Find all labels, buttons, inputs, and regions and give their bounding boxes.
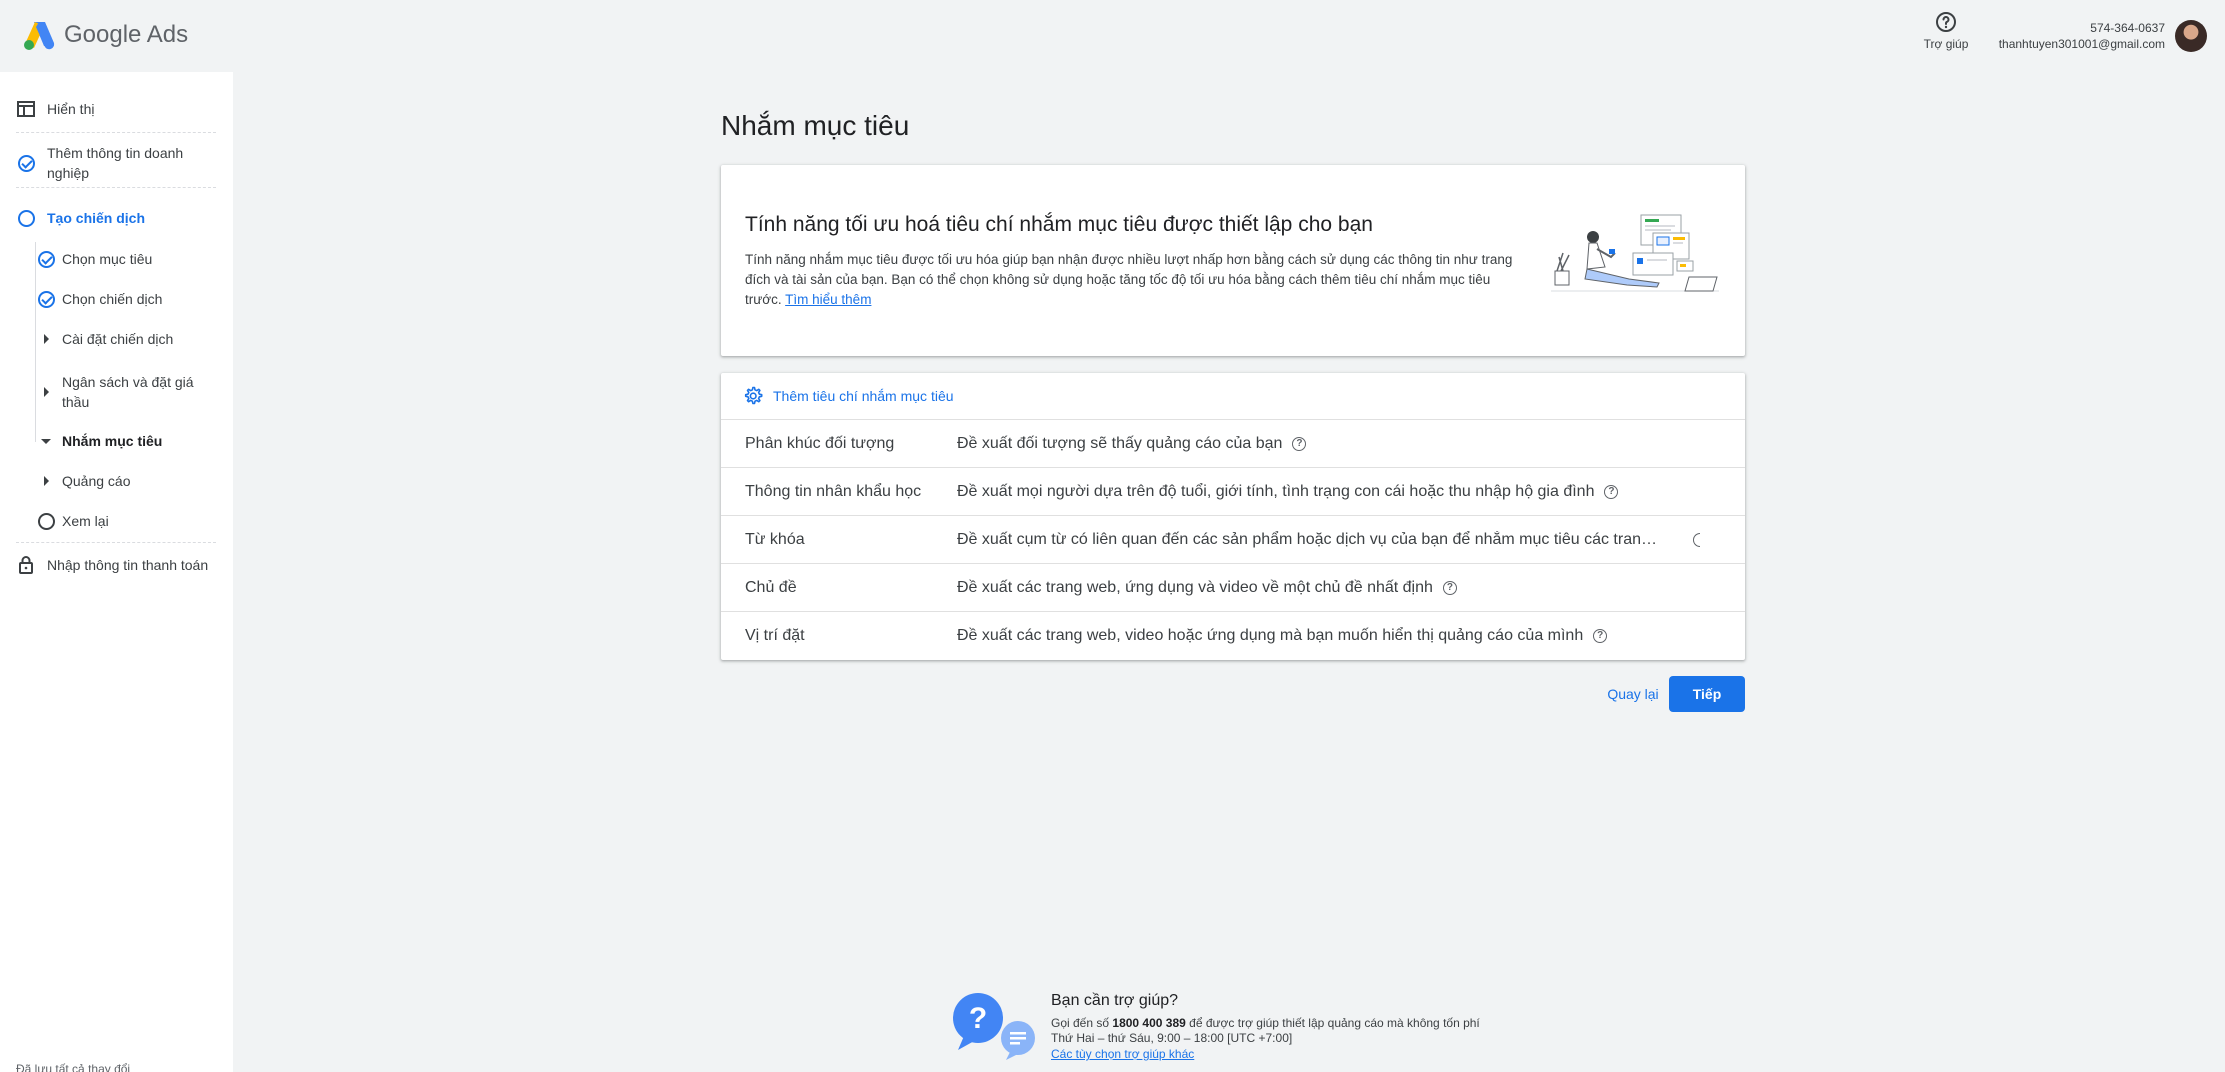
sidebar-item-budget-bidding[interactable]: Ngân sách và đặt giá thầu <box>36 372 216 412</box>
display-icon <box>16 99 36 119</box>
support-hours: Thứ Hai – thứ Sáu, 9:00 – 18:00 [UTC +7:… <box>1051 1031 1293 1045</box>
targeting-row-audience[interactable]: Phân khúc đối tượng Đề xuất đối tượng sẽ… <box>721 420 1745 468</box>
sidebar-item-label: Tạo chiến dịch <box>47 210 146 226</box>
top-header: Google Ads Trợ giúp 574-364-0637 thanhtu… <box>0 0 2225 72</box>
sidebar-item-choose-campaign[interactable]: Chọn chiến dịch <box>36 289 162 309</box>
account-email: thanhtuyen301001@gmail.com <box>1998 37 2165 51</box>
triangle-down-icon <box>36 431 56 451</box>
sidebar-item-choose-goal[interactable]: Chọn mục tiêu <box>36 249 152 269</box>
targeting-row-name: Từ khóa <box>745 530 805 548</box>
targeting-row-desc: Đề xuất mọi người dựa trên độ tuổi, giới… <box>957 482 1619 501</box>
sidebar-item-label: Ngân sách và đặt giá thầu <box>62 374 194 410</box>
targeting-row-desc-text: Đề xuất cụm từ có liên quan đến các sản … <box>957 530 1657 548</box>
check-circle-icon <box>16 153 36 173</box>
info-card-text: Tính năng nhắm mục tiêu được tối ưu hóa … <box>745 250 1525 310</box>
sidebar-item-billing[interactable]: Nhập thông tin thanh toán <box>16 555 208 575</box>
sidebar-item-campaign-settings[interactable]: Cài đặt chiến dịch <box>36 329 173 349</box>
help-circle-icon <box>1936 12 1956 32</box>
targeting-row-desc-text: Đề xuất các trang web, ứng dụng và video… <box>957 578 1433 596</box>
logo-text: Google Ads <box>64 21 189 48</box>
avatar[interactable] <box>2175 20 2207 52</box>
targeting-card: Thêm tiêu chí nhắm mục tiêu Phân khúc đố… <box>721 373 1745 660</box>
targeting-row-name: Chủ đề <box>745 578 797 596</box>
help-label: Trợ giúp <box>1923 37 1969 51</box>
targeting-row-desc: Đề xuất đối tượng sẽ thấy quảng cáo của … <box>957 434 1307 453</box>
back-button[interactable]: Quay lại <box>1598 676 1668 712</box>
help-question-icon[interactable] <box>1693 532 1700 547</box>
targeting-row-name: Phân khúc đối tượng <box>745 434 895 452</box>
support-options-link[interactable]: Các tùy chọn trợ giúp khác <box>1051 1047 1194 1061</box>
targeting-row-name: Thông tin nhân khẩu học <box>745 482 922 500</box>
targeting-row-name: Vị trí đặt <box>745 627 805 644</box>
sidebar: Hiển thị Thêm thông tin doanh nghiệp Tạo… <box>0 72 233 1072</box>
google-ads-logo[interactable]: Google Ads <box>22 18 188 52</box>
save-status: Đã lưu tất cả thay đổi <box>16 1062 131 1072</box>
check-circle-icon <box>36 289 56 309</box>
account-info[interactable]: 574-364-0637 thanhtuyen301001@gmail.com <box>1999 20 2165 52</box>
check-circle-icon <box>36 249 56 269</box>
targeting-row-keywords[interactable]: Từ khóa Đề xuất cụm từ có liên quan đến … <box>721 516 1745 564</box>
support-title: Bạn cần trợ giúp? <box>1051 992 1179 1009</box>
targeting-row-desc: Đề xuất các trang web, ứng dụng và video… <box>957 579 1457 597</box>
divider <box>16 132 216 133</box>
svg-text:?: ? <box>969 1002 987 1035</box>
next-button[interactable]: Tiếp <box>1669 676 1745 712</box>
add-targeting-label: Thêm tiêu chí nhắm mục tiêu <box>773 388 954 404</box>
sidebar-item-label: Chọn chiến dịch <box>62 291 163 307</box>
help-question-icon[interactable]: ? <box>1292 436 1307 451</box>
sidebar-item-label: Hiển thị <box>47 101 95 117</box>
targeting-row-topics[interactable]: Chủ đề Đề xuất các trang web, ứng dụng v… <box>721 564 1745 612</box>
help-question-icon[interactable]: ? <box>1442 580 1457 595</box>
triangle-right-icon <box>36 382 56 402</box>
gear-icon <box>744 386 763 405</box>
targeting-row-desc: Đề xuất cụm từ có liên quan đến các sản … <box>957 531 1721 549</box>
account-phone: 574-364-0637 <box>2090 21 2165 35</box>
support-chat-icon: ? <box>953 993 1035 1060</box>
sidebar-item-ads[interactable]: Quảng cáo <box>36 471 131 491</box>
sidebar-item-create-campaign[interactable]: Tạo chiến dịch <box>16 208 145 228</box>
targeting-row-placements[interactable]: Vị trí đặt Đề xuất các trang web, video … <box>721 612 1745 660</box>
page-title: Nhắm mục tiêu <box>721 110 910 141</box>
circle-icon <box>16 208 36 228</box>
sidebar-item-label: Xem lại <box>62 513 109 529</box>
sidebar-item-label: Chọn mục tiêu <box>62 251 153 267</box>
support-call-prefix: Gọi đến số <box>1051 1016 1110 1030</box>
google-ads-logo-icon <box>24 22 55 50</box>
support-call-line: Gọi đến số 1800 400 389 để được trợ giúp… <box>1051 1016 1480 1030</box>
sidebar-item-label: Cài đặt chiến dịch <box>62 331 174 347</box>
sidebar-item-label: Thêm thông tin doanh nghiệp <box>47 145 184 181</box>
support-phone: 1800 400 389 <box>1112 1016 1186 1030</box>
triangle-right-icon <box>36 471 56 491</box>
sidebar-item-label: Nhắm mục tiêu <box>62 433 163 449</box>
sidebar-item-label: Quảng cáo <box>62 473 131 489</box>
support-call-suffix: để được trợ giúp thiết lập quảng cáo mà … <box>1189 1016 1480 1030</box>
sidebar-item-display[interactable]: Hiển thị <box>16 99 94 119</box>
targeting-row-desc-text: Đề xuất mọi người dựa trên độ tuổi, giới… <box>957 482 1595 500</box>
sidebar-item-targeting[interactable]: Nhắm mục tiêu <box>36 431 162 451</box>
add-targeting-button[interactable]: Thêm tiêu chí nhắm mục tiêu <box>721 373 1745 420</box>
help-question-icon[interactable]: ? <box>1593 629 1608 643</box>
targeting-row-desc: Đề xuất các trang web, video hoặc ứng dụ… <box>957 627 1608 645</box>
illustration-image <box>1551 214 1719 292</box>
support-section: ? Bạn cần trợ giúp? Gọi đến số 1800 400 … <box>950 988 1550 1068</box>
lock-icon <box>16 555 36 575</box>
learn-more-link[interactable]: Tìm hiểu thêm <box>785 292 871 307</box>
sidebar-item-label: Nhập thông tin thanh toán <box>47 557 209 573</box>
sidebar-item-business-info[interactable]: Thêm thông tin doanh nghiệp <box>16 143 216 183</box>
circle-icon <box>36 511 56 531</box>
targeting-row-desc-text: Đề xuất đối tượng sẽ thấy quảng cáo của … <box>957 434 1283 452</box>
info-card-title: Tính năng tối ưu hoá tiêu chí nhắm mục t… <box>745 213 1373 236</box>
help-question-icon[interactable]: ? <box>1604 484 1619 499</box>
sidebar-item-review[interactable]: Xem lại <box>36 511 109 531</box>
triangle-right-icon <box>36 329 56 349</box>
targeting-row-desc-text: Đề xuất các trang web, video hoặc ứng dụ… <box>957 627 1584 644</box>
divider <box>16 187 216 188</box>
info-card: Tính năng tối ưu hoá tiêu chí nhắm mục t… <box>721 165 1745 356</box>
divider <box>16 542 216 543</box>
help-button[interactable]: Trợ giúp <box>1916 10 1976 51</box>
targeting-row-demographics[interactable]: Thông tin nhân khẩu học Đề xuất mọi ngườ… <box>721 468 1745 516</box>
